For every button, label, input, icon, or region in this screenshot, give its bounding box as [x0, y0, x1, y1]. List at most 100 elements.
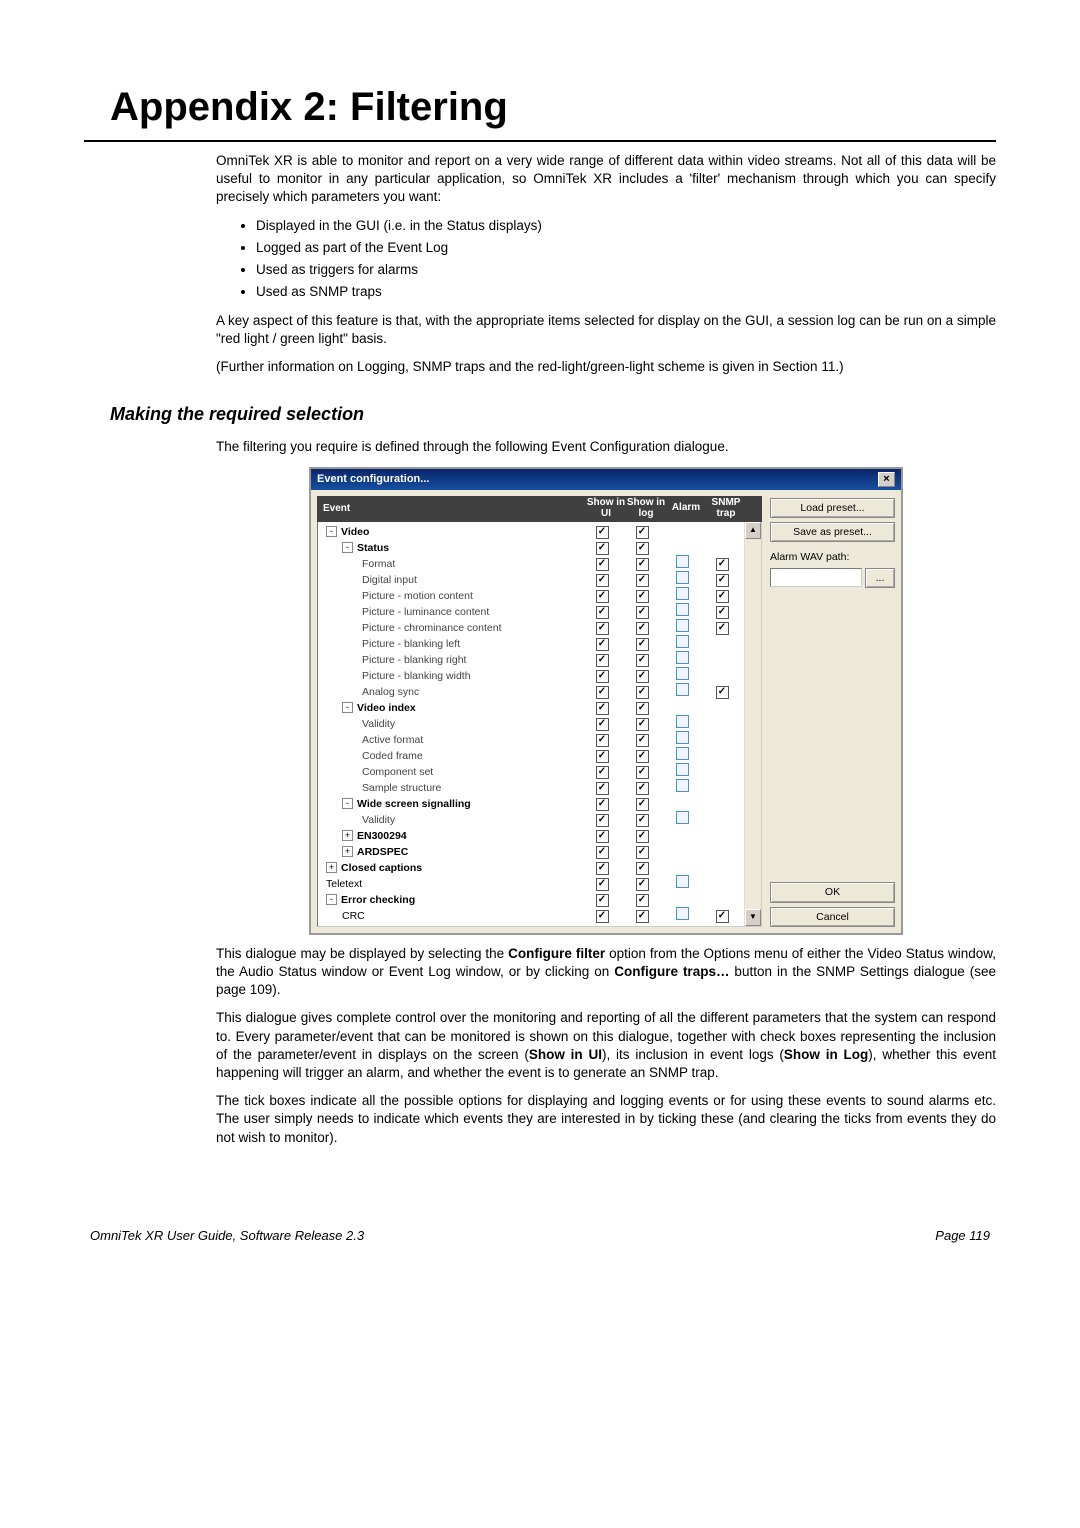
tree-row[interactable]: Picture - blanking right — [322, 652, 742, 668]
log-checkbox[interactable] — [636, 542, 649, 555]
tree-row[interactable]: Picture - blanking left — [322, 636, 742, 652]
ui-checkbox[interactable] — [596, 702, 609, 715]
ui-checkbox[interactable] — [596, 526, 609, 539]
tree-row[interactable]: +EN300294 — [322, 828, 742, 844]
ui-checkbox[interactable] — [596, 622, 609, 635]
log-checkbox[interactable] — [636, 702, 649, 715]
ui-checkbox[interactable] — [596, 878, 609, 891]
tree-row[interactable]: Picture - luminance content — [322, 604, 742, 620]
log-checkbox[interactable] — [636, 606, 649, 619]
log-checkbox[interactable] — [636, 846, 649, 859]
ui-checkbox[interactable] — [596, 910, 609, 923]
ui-checkbox[interactable] — [596, 782, 609, 795]
ui-checkbox[interactable] — [596, 558, 609, 571]
snmp-checkbox[interactable] — [716, 590, 729, 603]
log-checkbox[interactable] — [636, 734, 649, 747]
cancel-button[interactable]: Cancel — [770, 907, 895, 927]
ui-checkbox[interactable] — [596, 846, 609, 859]
scroll-up-icon[interactable]: ▲ — [745, 522, 761, 539]
ui-checkbox[interactable] — [596, 590, 609, 603]
log-checkbox[interactable] — [636, 654, 649, 667]
log-checkbox[interactable] — [636, 894, 649, 907]
alarm-checkbox[interactable] — [676, 667, 689, 680]
tree-row[interactable]: -Status — [322, 540, 742, 556]
tree-row[interactable]: CRC — [322, 908, 742, 924]
ui-checkbox[interactable] — [596, 862, 609, 875]
log-checkbox[interactable] — [636, 574, 649, 587]
tree-row[interactable]: Picture - motion content — [322, 588, 742, 604]
tree-row[interactable]: Component set — [322, 764, 742, 780]
log-checkbox[interactable] — [636, 718, 649, 731]
scroll-down-icon[interactable]: ▼ — [745, 909, 761, 926]
alarm-checkbox[interactable] — [676, 763, 689, 776]
log-checkbox[interactable] — [636, 526, 649, 539]
log-checkbox[interactable] — [636, 782, 649, 795]
tree-row[interactable]: -Error checking — [322, 892, 742, 908]
ui-checkbox[interactable] — [596, 894, 609, 907]
log-checkbox[interactable] — [636, 750, 649, 763]
snmp-checkbox[interactable] — [716, 606, 729, 619]
snmp-checkbox[interactable] — [716, 574, 729, 587]
browse-button[interactable]: ... — [865, 568, 895, 588]
log-checkbox[interactable] — [636, 862, 649, 875]
tree-row[interactable]: Coded frame — [322, 748, 742, 764]
alarm-checkbox[interactable] — [676, 587, 689, 600]
alarm-checkbox[interactable] — [676, 651, 689, 664]
event-tree[interactable]: -Video-StatusFormatDigital inputPicture … — [318, 522, 744, 926]
ui-checkbox[interactable] — [596, 654, 609, 667]
tree-row[interactable]: Sample structure — [322, 780, 742, 796]
log-checkbox[interactable] — [636, 830, 649, 843]
tree-row[interactable]: Active format — [322, 732, 742, 748]
collapse-icon[interactable]: - — [342, 542, 353, 553]
tree-row[interactable]: Digital input — [322, 572, 742, 588]
alarm-checkbox[interactable] — [676, 731, 689, 744]
log-checkbox[interactable] — [636, 878, 649, 891]
ui-checkbox[interactable] — [596, 814, 609, 827]
ui-checkbox[interactable] — [596, 798, 609, 811]
tree-row[interactable]: Picture - chrominance content — [322, 620, 742, 636]
alarm-checkbox[interactable] — [676, 875, 689, 888]
alarm-checkbox[interactable] — [676, 907, 689, 920]
tree-row[interactable]: -Wide screen signalling — [322, 796, 742, 812]
alarm-checkbox[interactable] — [676, 619, 689, 632]
collapse-icon[interactable]: - — [326, 526, 337, 537]
snmp-checkbox[interactable] — [716, 686, 729, 699]
tree-row[interactable]: Teletext — [322, 876, 742, 892]
log-checkbox[interactable] — [636, 638, 649, 651]
snmp-checkbox[interactable] — [716, 622, 729, 635]
collapse-icon[interactable]: - — [326, 894, 337, 905]
ui-checkbox[interactable] — [596, 734, 609, 747]
alarm-checkbox[interactable] — [676, 635, 689, 648]
log-checkbox[interactable] — [636, 590, 649, 603]
expand-icon[interactable]: + — [342, 830, 353, 841]
ui-checkbox[interactable] — [596, 638, 609, 651]
close-icon[interactable]: × — [878, 472, 895, 487]
log-checkbox[interactable] — [636, 910, 649, 923]
alarm-wav-path-input[interactable] — [770, 568, 862, 587]
log-checkbox[interactable] — [636, 814, 649, 827]
save-preset-button[interactable]: Save as preset... — [770, 522, 895, 542]
alarm-checkbox[interactable] — [676, 747, 689, 760]
collapse-icon[interactable]: - — [342, 798, 353, 809]
ui-checkbox[interactable] — [596, 766, 609, 779]
ui-checkbox[interactable] — [596, 606, 609, 619]
alarm-checkbox[interactable] — [676, 811, 689, 824]
tree-row[interactable]: +Closed captions — [322, 860, 742, 876]
log-checkbox[interactable] — [636, 558, 649, 571]
vertical-scrollbar[interactable]: ▲ ▼ — [744, 522, 761, 926]
alarm-checkbox[interactable] — [676, 715, 689, 728]
log-checkbox[interactable] — [636, 622, 649, 635]
ui-checkbox[interactable] — [596, 574, 609, 587]
ui-checkbox[interactable] — [596, 686, 609, 699]
tree-row[interactable]: Validity — [322, 716, 742, 732]
log-checkbox[interactable] — [636, 670, 649, 683]
log-checkbox[interactable] — [636, 686, 649, 699]
tree-row[interactable]: -Video index — [322, 700, 742, 716]
ui-checkbox[interactable] — [596, 670, 609, 683]
alarm-checkbox[interactable] — [676, 779, 689, 792]
ui-checkbox[interactable] — [596, 750, 609, 763]
alarm-checkbox[interactable] — [676, 555, 689, 568]
ui-checkbox[interactable] — [596, 718, 609, 731]
tree-row[interactable]: +ARDSPEC — [322, 844, 742, 860]
tree-row[interactable]: Format — [322, 556, 742, 572]
